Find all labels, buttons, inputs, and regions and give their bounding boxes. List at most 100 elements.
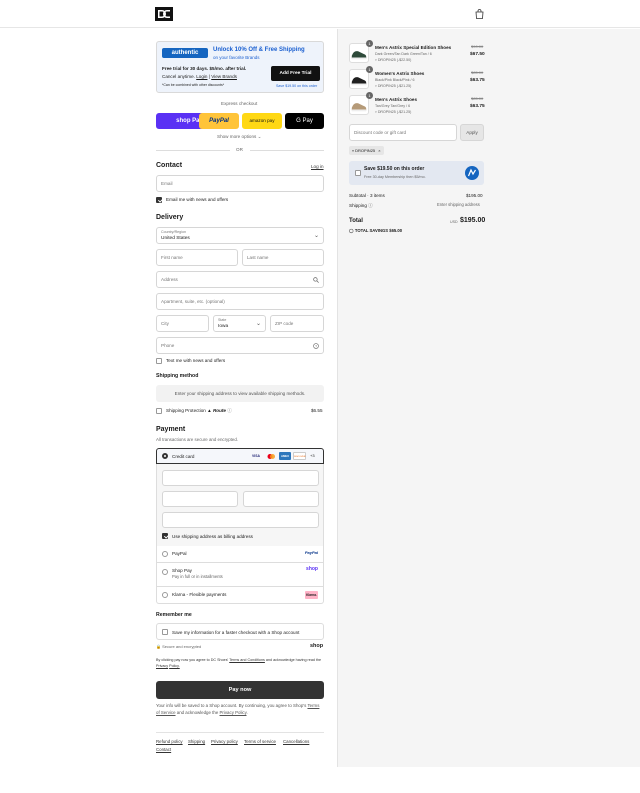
quantity-badge: 1 (366, 40, 373, 47)
discount-code-input[interactable]: Discount code or gift card (349, 124, 457, 141)
membership-offer-card[interactable]: Save $19.50 on this order Free 30-day Me… (349, 161, 484, 185)
first-name-input[interactable]: First name (156, 249, 238, 266)
item-was-price: $85.00 (471, 96, 484, 101)
total-value: $195.00 (460, 217, 486, 224)
promo-card: authentic Unlock 10% Off & Free Shipping… (156, 41, 324, 93)
shop-pay-option[interactable]: Shop Pay Pay in full or in installments … (156, 563, 324, 587)
klarna-radio[interactable] (162, 592, 168, 598)
payment-subtitle: All transactions are secure and encrypte… (156, 437, 239, 442)
remember-me-label: Save my information for a faster checkou… (172, 630, 300, 635)
footer-refund-policy[interactable]: Refund policy (156, 739, 183, 744)
quantity-badge: 1 (366, 92, 373, 99)
footer-shipping[interactable]: Shipping (188, 739, 205, 744)
item-discount: ▿ DROPIN25 (-$21.25) (375, 84, 412, 88)
google-pay-button[interactable]: G Pay (285, 113, 324, 129)
search-icon (313, 277, 319, 283)
paypal-option[interactable]: PayPal PayPal (156, 546, 324, 563)
item-name: Men's Astrix Shoes (375, 97, 418, 102)
chevron-down-icon: ⌄ (257, 134, 262, 139)
card-fields-panel: Use shipping address as billing address (156, 464, 324, 546)
last-name-input[interactable]: Last name (242, 249, 324, 266)
quantity-badge: 1 (366, 66, 373, 73)
apply-discount-button[interactable]: Apply (460, 124, 484, 141)
legal-text: By clicking pay now you agree to DC Shoe… (156, 658, 322, 668)
view-brands-link[interactable]: View Brands (211, 74, 237, 79)
email-news-checkbox[interactable] (156, 197, 162, 203)
membership-checkbox[interactable] (355, 170, 361, 176)
item-was-price: $85.00 (471, 70, 484, 75)
amazon-pay-button[interactable]: amazon pay (242, 113, 282, 129)
item-price: $63.75 (470, 78, 485, 83)
chevron-down-icon: ⌄ (313, 233, 319, 239)
item-variant: Black/Pink Black/Pink / 6 (375, 78, 415, 82)
footer-cancellations[interactable]: Cancellations (283, 739, 309, 744)
discover-icon: DISCOVER (293, 452, 306, 460)
delivery-title: Delivery (156, 214, 184, 221)
text-news-checkbox[interactable] (156, 358, 162, 364)
billing-address-checkbox[interactable] (162, 533, 168, 539)
tag-icon: ▿ (375, 58, 377, 62)
item-variant: Dark Green/Tan Dark Green/Tan / 6 (375, 52, 432, 56)
apartment-input[interactable]: Apartment, suite, etc. (optional) (156, 293, 324, 310)
remember-me-box: Save my information for a faster checkou… (156, 623, 324, 640)
promo-headline: Unlock 10% Off & Free Shipping (213, 47, 305, 53)
email-input[interactable]: Email (156, 175, 324, 192)
privacy-link[interactable]: Privacy (156, 664, 168, 668)
close-icon[interactable]: × (378, 148, 380, 153)
shipping-protection-checkbox[interactable] (156, 408, 162, 414)
state-select[interactable]: State Iowa ⌄ (213, 315, 266, 332)
paypal-logo: PayPal (304, 550, 318, 555)
more-cards-label: +3 (310, 453, 315, 458)
lock-icon: 🔒 (156, 644, 161, 649)
card-number-input[interactable] (162, 470, 319, 486)
footer-privacy-policy[interactable]: Privacy policy (211, 739, 238, 744)
country-select[interactable]: Country/Region United States ⌄ (156, 227, 324, 244)
credit-card-radio[interactable] (162, 453, 168, 459)
paypal-button[interactable]: PayPal (199, 113, 239, 129)
help-circle-icon[interactable]: ⓘ (368, 203, 373, 208)
policy-link[interactable]: Policy. (169, 664, 180, 668)
zip-input[interactable]: ZIP code (270, 315, 324, 332)
item-name: Men's Astrix Special Edition Shoes (375, 45, 452, 50)
help-circle-icon[interactable]: ? (313, 343, 319, 349)
footer-contact[interactable]: Contact (156, 747, 171, 752)
shop-pay-radio[interactable] (162, 569, 168, 575)
klarna-logo: Klarna. (305, 591, 318, 599)
paypal-radio[interactable] (162, 551, 168, 557)
authentic-badge-icon (465, 166, 479, 180)
product-thumbnail (349, 69, 369, 89)
divider-left (156, 150, 230, 151)
security-code-input[interactable] (243, 491, 319, 507)
shopping-bag-icon[interactable] (475, 9, 484, 19)
card-name-input[interactable] (162, 512, 319, 528)
city-input[interactable]: City (156, 315, 209, 332)
credit-card-option[interactable]: Credit card VISA AMEX DISCOVER +3 (156, 448, 324, 464)
item-was-price: $90.00 (471, 44, 484, 49)
expiry-input[interactable] (162, 491, 238, 507)
express-checkout-title: Express checkout (221, 101, 258, 106)
shop-privacy-link[interactable]: Privacy Policy (220, 710, 247, 715)
item-discount: ▿ DROPIN25 (-$22.50) (375, 58, 412, 62)
remember-me-checkbox[interactable] (162, 629, 168, 635)
chevron-down-icon: ⌄ (255, 321, 261, 327)
terms-link[interactable]: Terms and Conditions (229, 658, 265, 662)
add-free-trial-button[interactable]: Add Free Trial (271, 66, 320, 81)
divider-right (250, 150, 324, 151)
amex-icon: AMEX (279, 452, 291, 460)
authentic-logo: authentic (162, 48, 208, 58)
address-input[interactable]: Address (156, 271, 324, 288)
dc-logo[interactable] (155, 7, 173, 21)
footer-terms-of-service[interactable]: Terms of service (244, 739, 276, 744)
promo-login-link[interactable]: Login (196, 74, 207, 79)
phone-input[interactable]: Phone ? (156, 337, 324, 354)
contact-login-link[interactable]: Log in (311, 164, 324, 169)
route-arrow-icon: ▲ (207, 408, 212, 413)
show-more-options-link[interactable]: Show more options ⌄ (217, 134, 261, 139)
pay-now-button[interactable]: Pay now (156, 681, 324, 699)
promo-sub: on your favorite Brands (213, 55, 260, 60)
discount-tag: ▿ DROPIN25 × (349, 146, 384, 155)
info-icon[interactable]: ⓘ (227, 408, 232, 413)
or-divider-label: OR (236, 147, 243, 152)
subtotal-value: $195.00 (466, 193, 483, 198)
klarna-option[interactable]: Klarna - Flexible payments Klarna. (156, 587, 324, 604)
